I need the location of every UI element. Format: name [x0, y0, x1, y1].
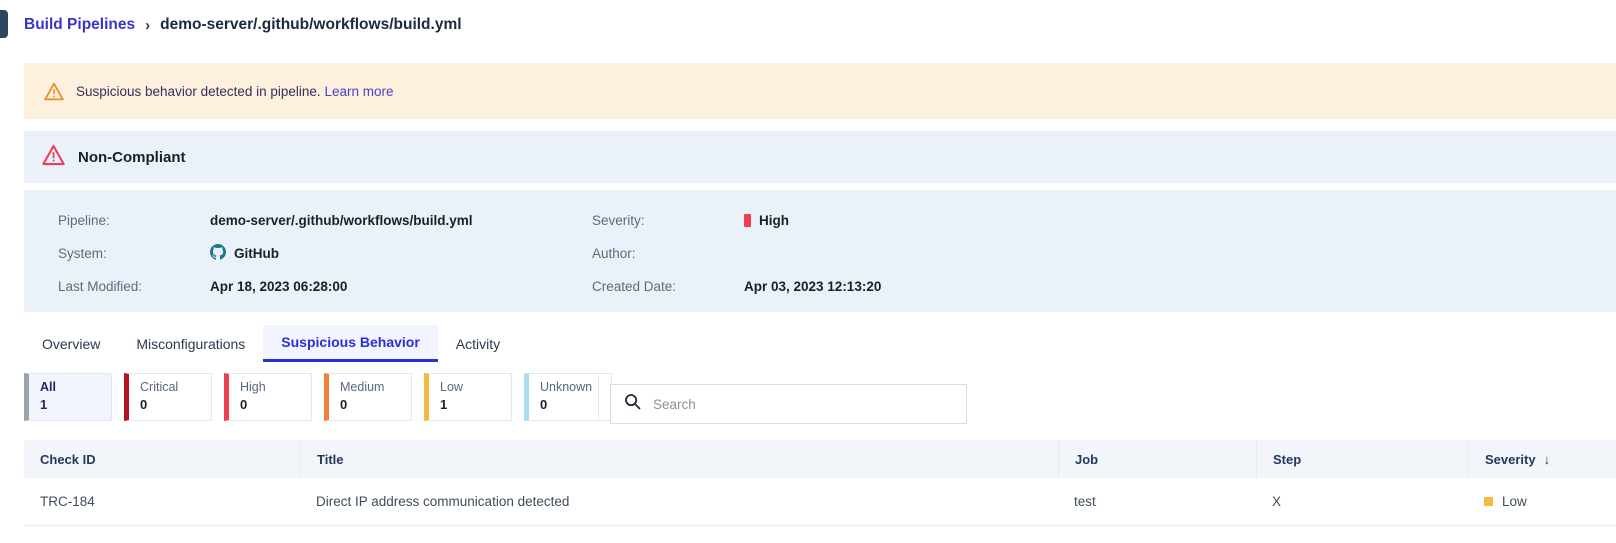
filter-chip-low-label: Low: [440, 380, 463, 394]
column-header-job[interactable]: Job: [1058, 440, 1256, 478]
cell-severity-label: Low: [1502, 494, 1527, 509]
suspicious-behavior-banner: Suspicious behavior detected in pipeline…: [24, 63, 1616, 119]
system-label: System:: [58, 246, 107, 261]
search-box[interactable]: [610, 384, 967, 424]
alert-triangle-icon: [42, 144, 65, 171]
pipeline-value: demo-server/.github/workflows/build.yml: [210, 213, 473, 228]
findings-table: Check ID Title Job Step Severity ↓ TRC-1…: [24, 440, 1616, 526]
severity-label: Severity:: [592, 213, 645, 228]
system-text: GitHub: [234, 246, 279, 261]
pipeline-details-panel: Pipeline: demo-server/.github/workflows/…: [24, 190, 1616, 312]
pipeline-detail-page: Build Pipelines › demo-server/.github/wo…: [0, 0, 1616, 543]
created-date-label: Created Date:: [592, 279, 677, 294]
column-header-severity[interactable]: Severity ↓: [1468, 440, 1616, 478]
sidebar-collapse-handle[interactable]: [0, 10, 8, 38]
search-icon: [624, 393, 641, 415]
breadcrumb-current: demo-server/.github/workflows/build.yml: [160, 16, 462, 33]
column-header-check-id[interactable]: Check ID: [24, 440, 300, 478]
filter-chip-medium-count: 0: [340, 397, 348, 412]
cell-severity: Low: [1468, 478, 1616, 526]
detail-row-pipeline: Pipeline: demo-server/.github/workflows/…: [34, 204, 1616, 237]
tab-misconfigurations[interactable]: Misconfigurations: [118, 325, 263, 362]
table-row[interactable]: TRC-184 Direct IP address communication …: [24, 478, 1616, 526]
toolbar-divider: [598, 375, 599, 419]
compliance-status-strip: Non-Compliant: [24, 131, 1616, 183]
tab-suspicious-behavior-label: Suspicious Behavior: [281, 334, 420, 350]
sort-descending-icon: ↓: [1543, 451, 1551, 467]
breadcrumb-root-link[interactable]: Build Pipelines: [24, 16, 135, 34]
filter-chip-critical-count: 0: [140, 397, 148, 412]
tab-overview-label: Overview: [42, 335, 101, 352]
warning-triangle-icon: [44, 82, 64, 101]
compliance-status-label: Non-Compliant: [78, 148, 186, 166]
filter-chip-medium[interactable]: Medium 0: [324, 373, 412, 421]
severity-filter-group: All 1 Critical 0 High 0 Medium 0 Low 1 U…: [24, 373, 612, 421]
filter-chip-all-count: 1: [40, 397, 48, 412]
tab-activity-label: Activity: [455, 335, 501, 352]
column-header-severity-label: Severity: [1485, 451, 1536, 467]
learn-more-link[interactable]: Learn more: [324, 84, 393, 99]
column-header-title[interactable]: Title: [300, 440, 1058, 478]
filter-chip-unknown-label: Unknown: [540, 380, 593, 394]
severity-value: High: [744, 213, 789, 228]
system-value: GitHub: [210, 244, 279, 263]
search-input[interactable]: [651, 395, 951, 413]
filter-chip-all-label: All: [40, 380, 56, 394]
tab-suspicious-behavior[interactable]: Suspicious Behavior: [263, 325, 438, 362]
filter-chip-critical-label: Critical: [140, 380, 179, 394]
severity-indicator-icon: [1484, 497, 1493, 506]
detail-row-system: System: GitHub Author:: [34, 237, 1616, 270]
filter-chip-high[interactable]: High 0: [224, 373, 312, 421]
filter-chip-high-count: 0: [240, 397, 248, 412]
author-label: Author:: [592, 246, 636, 261]
last-modified-value: Apr 18, 2023 06:28:00: [210, 279, 348, 294]
filter-chip-all[interactable]: All 1: [24, 373, 112, 421]
pipeline-label: Pipeline:: [58, 213, 110, 228]
tab-misconfigurations-label: Misconfigurations: [136, 335, 246, 352]
cell-title: Direct IP address communication detected: [316, 494, 570, 509]
last-modified-label: Last Modified:: [58, 279, 143, 294]
github-icon: [210, 244, 226, 263]
severity-badge-icon: [744, 214, 751, 227]
tab-overview[interactable]: Overview: [24, 325, 118, 362]
filter-chip-medium-label: Medium: [340, 380, 385, 394]
breadcrumb: Build Pipelines › demo-server/.github/wo…: [24, 16, 462, 34]
cell-job: test: [1074, 494, 1096, 509]
column-header-step[interactable]: Step: [1256, 440, 1468, 478]
banner-message-text: Suspicious behavior detected in pipeline…: [76, 83, 321, 99]
cell-step: X: [1272, 494, 1282, 509]
filter-chip-low[interactable]: Low 1: [424, 373, 512, 421]
table-header-row: Check ID Title Job Step Severity ↓: [24, 440, 1616, 478]
filter-chip-critical[interactable]: Critical 0: [124, 373, 212, 421]
tab-activity[interactable]: Activity: [438, 325, 518, 362]
created-date-value: Apr 03, 2023 12:13:20: [744, 279, 882, 294]
banner-message: Suspicious behavior detected in pipeline…: [76, 84, 393, 99]
detail-row-dates: Last Modified: Apr 18, 2023 06:28:00 Cre…: [34, 270, 1616, 303]
filter-chip-unknown-count: 0: [540, 397, 548, 412]
chevron-right-icon: ›: [145, 16, 151, 34]
detail-tabs: Overview Misconfigurations Suspicious Be…: [24, 325, 518, 362]
filter-chip-low-count: 1: [440, 397, 448, 412]
cell-check-id: TRC-184: [40, 494, 95, 509]
filter-chip-high-label: High: [240, 380, 266, 394]
severity-text: High: [759, 213, 789, 228]
